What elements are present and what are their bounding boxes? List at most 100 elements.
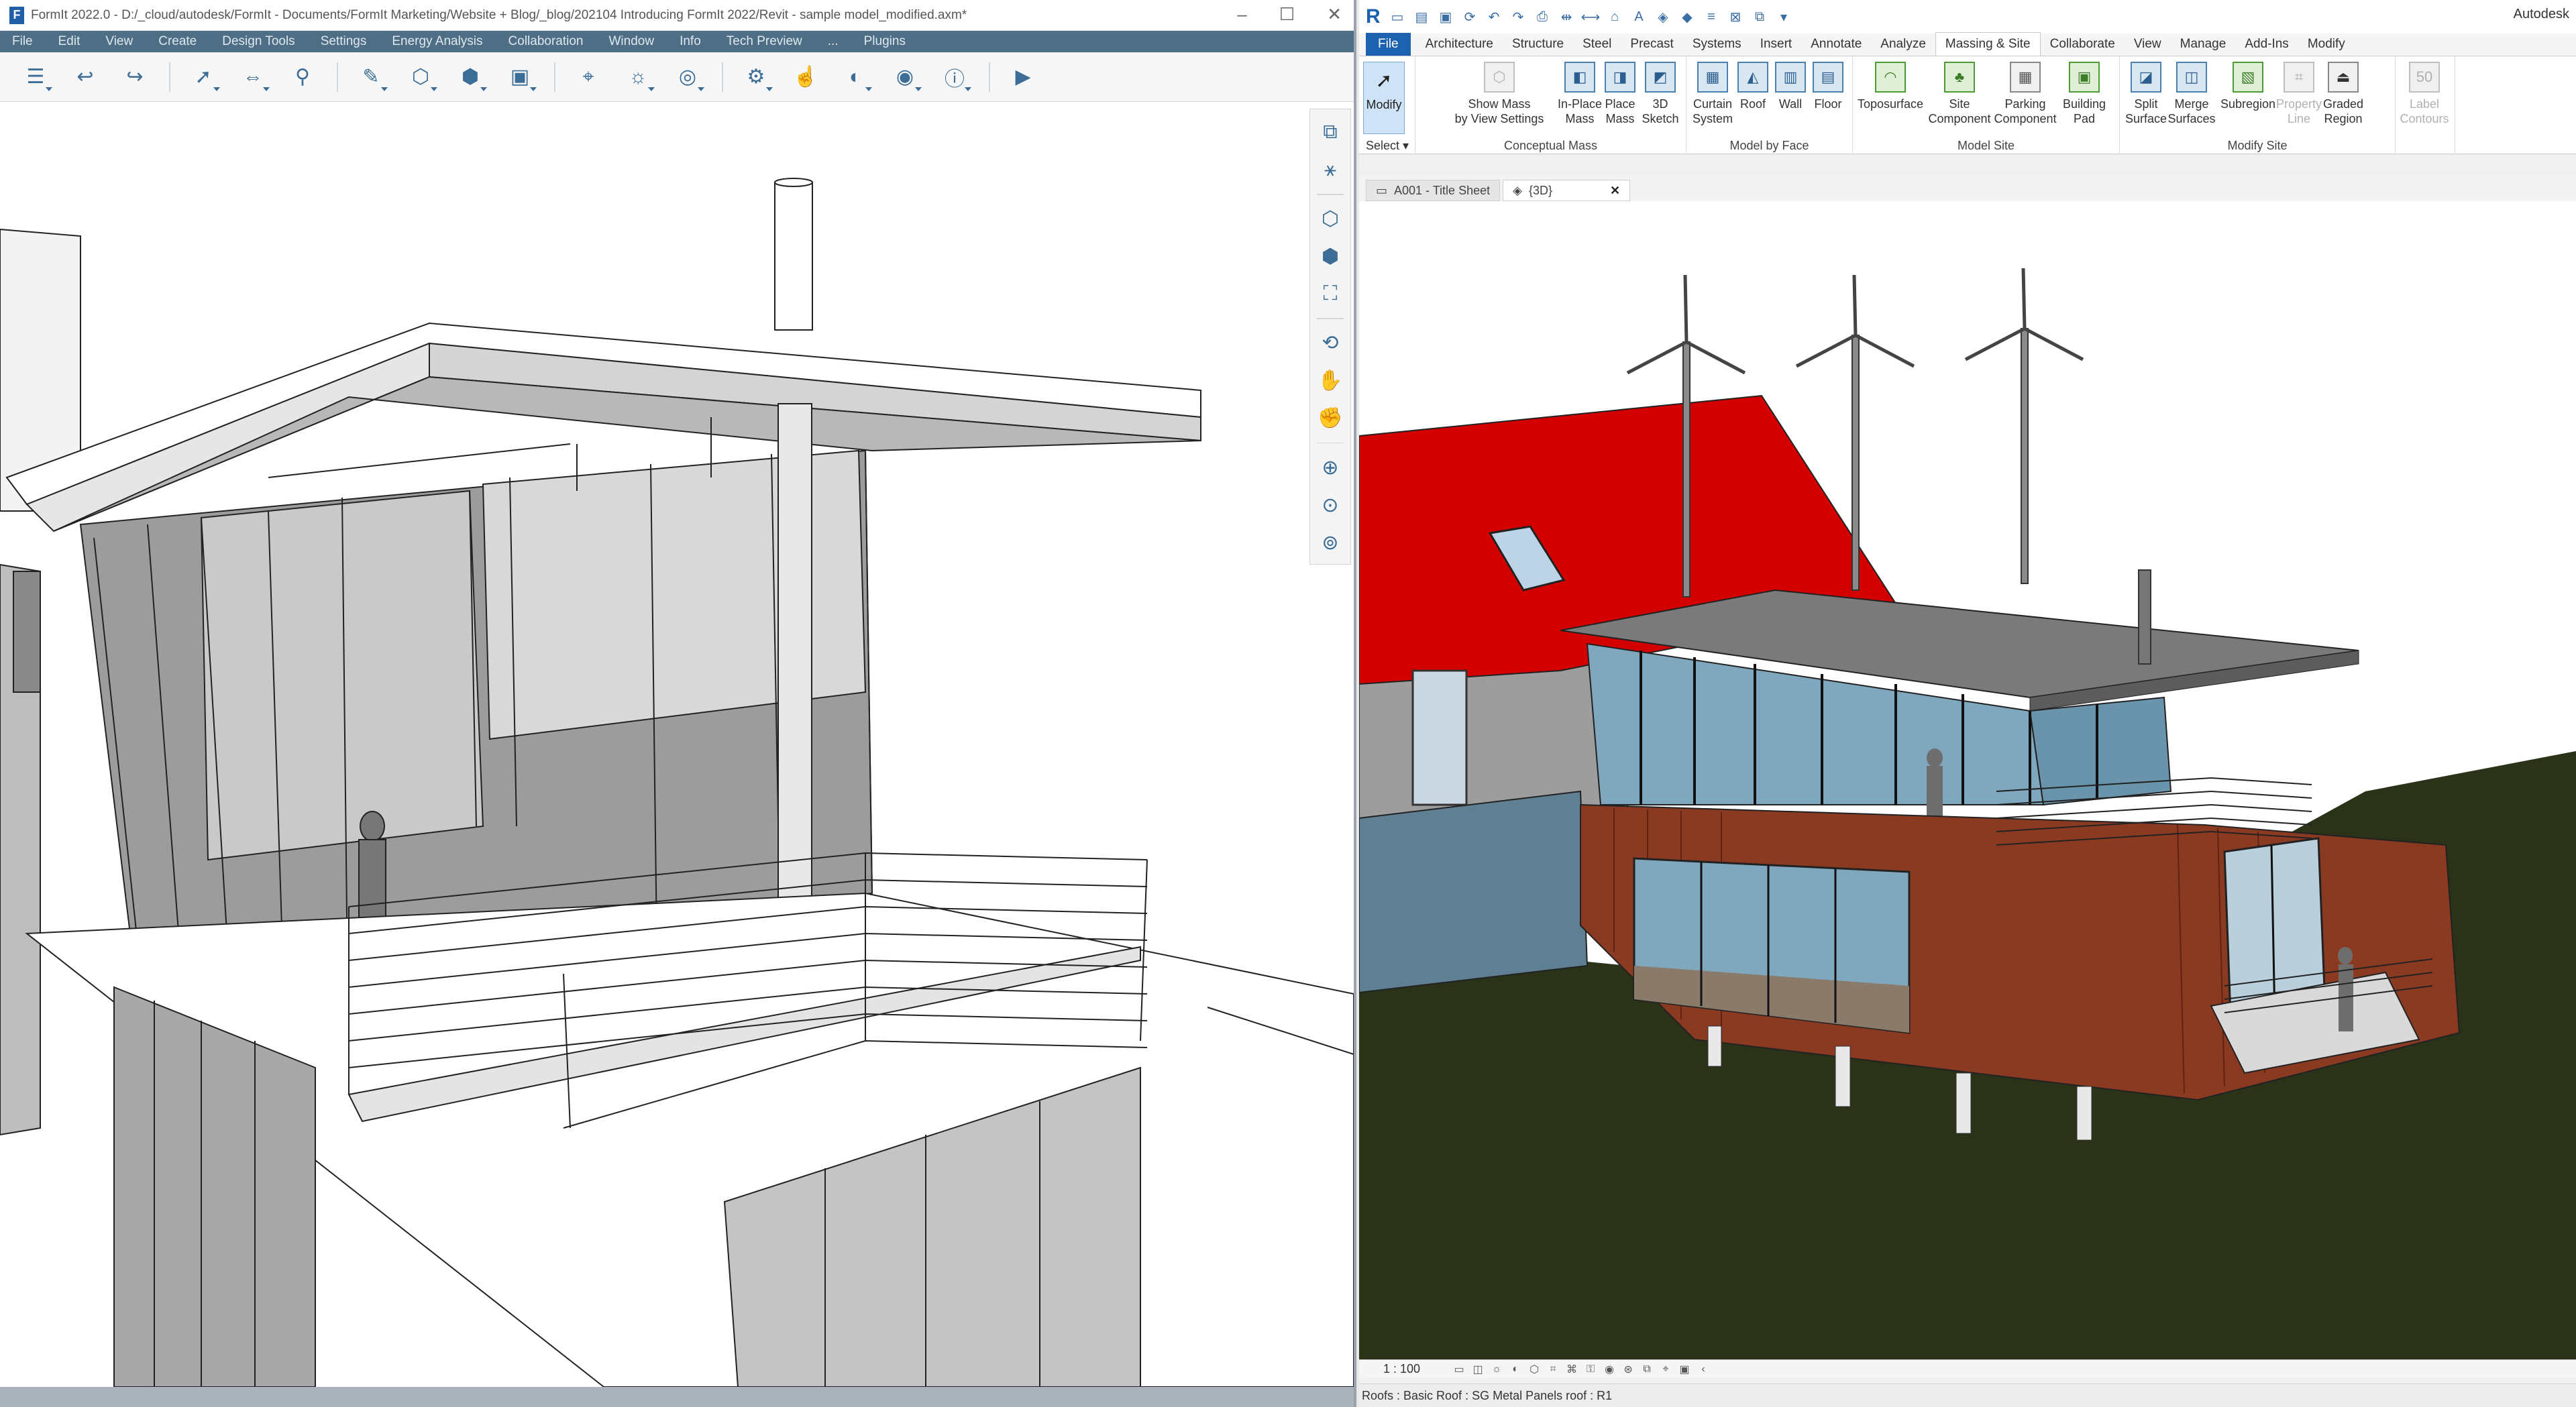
zoom-window-icon[interactable]: ⊙	[1315, 489, 1346, 521]
revit-logo[interactable]: R	[1366, 5, 1382, 27]
tab-systems[interactable]: Systems	[1683, 37, 1751, 56]
tab-3d-view[interactable]: ◈ {3D} ✕	[1503, 180, 1631, 201]
customize-icon[interactable]: ▾	[1775, 8, 1792, 25]
redo-icon[interactable]: ↪	[117, 59, 153, 95]
tab-structure[interactable]: Structure	[1503, 37, 1573, 56]
section-icon[interactable]: ◆	[1678, 8, 1696, 25]
subregion-button[interactable]: ▧ Subregion	[2219, 62, 2277, 111]
measure-icon[interactable]: ⇔	[235, 59, 271, 95]
sun-icon[interactable]: ☼	[620, 59, 656, 95]
pan-icon[interactable]: ✊	[1315, 402, 1346, 435]
menu-more[interactable]: ...	[828, 34, 839, 49]
switch-windows-icon[interactable]: ⧉	[1751, 8, 1768, 25]
sync-icon[interactable]: ⟳	[1461, 8, 1479, 25]
split-surface-button[interactable]: ◪ Split Surface	[2123, 62, 2169, 126]
sun-path-icon[interactable]: ☼	[1490, 1363, 1503, 1376]
show-crop-icon[interactable]: ⌘	[1565, 1363, 1578, 1376]
graded-region-button[interactable]: ⏏ Graded Region	[2320, 62, 2367, 126]
select-icon[interactable]: ➚	[185, 59, 221, 95]
close-hidden-icon[interactable]: ⊠	[1727, 8, 1744, 25]
tab-annotate[interactable]: Annotate	[1801, 37, 1871, 56]
tab-manage[interactable]: Manage	[2171, 37, 2236, 56]
save-icon[interactable]: ▣	[1437, 8, 1454, 25]
tag-icon[interactable]: ⌂	[1606, 8, 1623, 25]
crop-view-icon[interactable]: ⌗	[1546, 1363, 1560, 1376]
menu-view[interactable]: View	[105, 34, 133, 49]
minimize-button[interactable]: –	[1237, 4, 1246, 25]
share-icon[interactable]: ◐	[837, 59, 873, 95]
detail-level-icon[interactable]: ▭	[1452, 1363, 1466, 1376]
settings-icon[interactable]: ⚙	[738, 59, 774, 95]
undo-icon[interactable]: ↩	[67, 59, 103, 95]
top-view-icon[interactable]: ⬢	[1315, 240, 1346, 272]
select-dropdown[interactable]: Select ▾	[1366, 139, 1409, 153]
account-icon[interactable]: ◉	[887, 59, 923, 95]
rendering-icon[interactable]: ⬡	[1527, 1363, 1541, 1376]
zoom-icon[interactable]: ⊕	[1315, 451, 1346, 484]
visual-style-icon[interactable]: ◫	[1471, 1363, 1485, 1376]
tab-modify[interactable]: Modify	[2298, 37, 2355, 56]
group-icon[interactable]: ▣	[502, 59, 538, 95]
folder-icon[interactable]: ▤	[1413, 8, 1430, 25]
revit-3d-viewport[interactable]	[1359, 201, 2576, 1359]
menu-tech-preview[interactable]: Tech Preview	[727, 34, 802, 49]
modify-button[interactable]: ➚ Modify	[1363, 62, 1405, 134]
menu-info[interactable]: Info	[680, 34, 701, 49]
redo-icon[interactable]: ↷	[1509, 8, 1527, 25]
temp-hide-icon[interactable]: ◉	[1603, 1363, 1616, 1376]
floor-by-face-button[interactable]: ▤ Floor	[1805, 62, 1851, 111]
3d-sketch-button[interactable]: ◩ 3D Sketch	[1637, 62, 1684, 126]
thin-lines-icon[interactable]: ≡	[1703, 8, 1720, 25]
menu-create[interactable]: Create	[158, 34, 197, 49]
tab-insert[interactable]: Insert	[1751, 37, 1802, 56]
tab-file[interactable]: File	[1366, 33, 1411, 56]
menu-energy-analysis[interactable]: Energy Analysis	[392, 34, 482, 49]
analysis-icon[interactable]: ⌖	[1659, 1363, 1672, 1376]
cube-icon[interactable]: ⬡	[402, 59, 439, 95]
menu-collaboration[interactable]: Collaboration	[508, 34, 584, 49]
model-icon[interactable]: ⬢	[452, 59, 488, 95]
menu-design-tools[interactable]: Design Tools	[222, 34, 294, 49]
maximize-button[interactable]: ☐	[1279, 4, 1295, 25]
text-icon[interactable]: A	[1630, 8, 1648, 25]
paint-icon[interactable]: ⚲	[284, 59, 321, 95]
measure-icon[interactable]: ⇹	[1558, 8, 1575, 25]
tab-title-sheet[interactable]: ▭ A001 - Title Sheet	[1366, 180, 1501, 201]
info-icon[interactable]: ⓘ	[936, 59, 973, 95]
tab-massing-site[interactable]: Massing & Site	[1935, 32, 2041, 56]
orbit-icon[interactable]: ⟲	[1315, 327, 1346, 359]
tab-analyze[interactable]: Analyze	[1871, 37, 1935, 56]
site-component-button[interactable]: ♣ Site Component	[1928, 62, 1991, 126]
walk-icon[interactable]: ✋	[1315, 365, 1346, 397]
sketch-icon[interactable]: ✎	[353, 59, 389, 95]
close-tab-button[interactable]: ✕	[1610, 184, 1620, 198]
menu-plugins[interactable]: Plugins	[864, 34, 906, 49]
tab-precast[interactable]: Precast	[1621, 37, 1682, 56]
zoom-selected-icon[interactable]: ⊚	[1315, 526, 1346, 559]
close-button[interactable]: ✕	[1327, 4, 1342, 25]
iso-view-icon[interactable]: ⬡	[1315, 203, 1346, 235]
highlight-icon[interactable]: ▣	[1678, 1363, 1691, 1376]
tab-collaborate[interactable]: Collaborate	[2041, 37, 2125, 56]
menu-edit[interactable]: Edit	[58, 34, 80, 49]
collapse-icon[interactable]: ‹	[1697, 1363, 1710, 1376]
open-icon[interactable]: ▭	[1389, 8, 1406, 25]
tab-view[interactable]: View	[2125, 37, 2171, 56]
front-view-icon[interactable]: ⛶	[1315, 278, 1346, 310]
toposurface-button[interactable]: ◠ Toposurface	[1857, 62, 1924, 111]
layers-icon[interactable]: ☰	[17, 59, 54, 95]
menu-file[interactable]: File	[12, 34, 33, 49]
menu-window[interactable]: Window	[609, 34, 655, 49]
layer-stack-icon[interactable]: ⧉	[1315, 116, 1346, 148]
axes-icon[interactable]: ⚹	[1315, 154, 1346, 186]
parking-component-button[interactable]: ▦ Parking Component	[1994, 62, 2057, 126]
3d-view-icon[interactable]: ◈	[1654, 8, 1672, 25]
building-pad-button[interactable]: ▣ Building Pad	[2061, 62, 2108, 126]
print-icon[interactable]: ⎙	[1534, 8, 1551, 25]
revit-icon[interactable]: ▶	[1005, 59, 1041, 95]
tab-steel[interactable]: Steel	[1573, 37, 1621, 56]
show-mass-button[interactable]: ⬡ Show Mass by View Settings	[1449, 62, 1550, 126]
location-icon[interactable]: ⌖	[570, 59, 606, 95]
lock-view-icon[interactable]: ⚿	[1584, 1363, 1597, 1376]
undo-icon[interactable]: ↶	[1485, 8, 1503, 25]
